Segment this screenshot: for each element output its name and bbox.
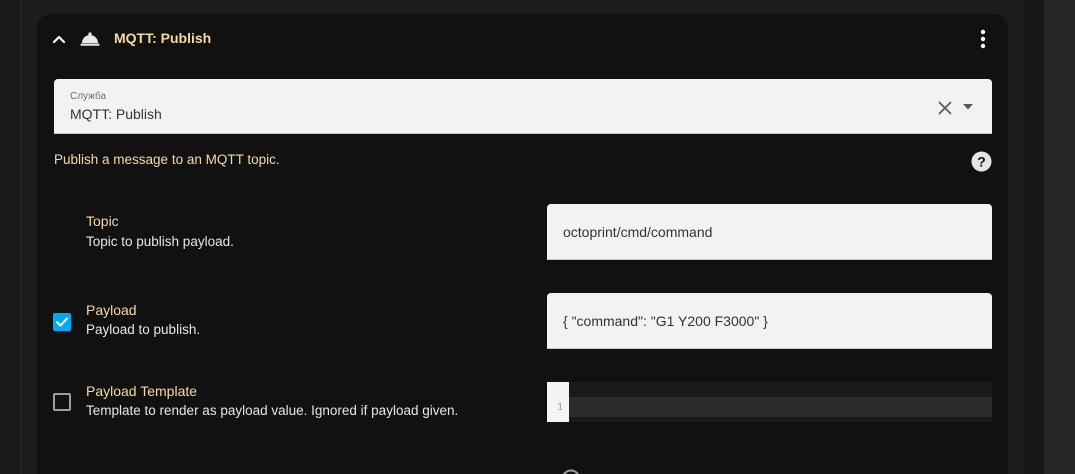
card-title: MQTT: Publish xyxy=(114,30,212,46)
field-name-payload: Payload xyxy=(86,302,137,318)
help-circle-icon[interactable]: ? xyxy=(971,151,992,172)
radio-circle-icon[interactable] xyxy=(561,469,581,474)
close-icon[interactable] xyxy=(937,100,953,116)
svg-text:?: ? xyxy=(977,153,986,169)
payload-template-editor[interactable]: 1 xyxy=(547,382,992,422)
payload-input[interactable]: { "command": "G1 Y200 F3000" } xyxy=(547,293,992,349)
right-panel-edge xyxy=(1024,0,1044,474)
payload-checkbox[interactable] xyxy=(53,313,71,331)
line-number: 1 xyxy=(557,402,564,413)
service-description: Publish a message to an MQTT topic. xyxy=(54,152,280,167)
right-scroll-area xyxy=(1044,0,1075,474)
code-active-line xyxy=(569,397,992,417)
field-desc-payload: Payload to publish. xyxy=(86,322,201,337)
left-divider xyxy=(20,0,21,474)
topic-input[interactable]: octoprint/cmd/command xyxy=(547,204,992,260)
card-header: MQTT: Publish xyxy=(37,14,1008,64)
left-panel-edge xyxy=(0,0,20,474)
service-select[interactable]: Служба MQTT: Publish xyxy=(54,79,992,134)
service-value: MQTT: Publish xyxy=(70,106,162,122)
page: MQTT: Publish Служба MQTT: Publish Publi… xyxy=(0,0,1075,474)
chevron-up-icon[interactable] xyxy=(51,31,67,47)
bell-service-icon xyxy=(80,32,100,46)
service-label: Служба xyxy=(70,91,107,102)
more-vertical-icon[interactable] xyxy=(973,28,993,50)
field-name-payload-template: Payload Template xyxy=(86,383,198,399)
payload-template-checkbox[interactable] xyxy=(53,393,71,411)
dropdown-arrow-icon[interactable] xyxy=(962,103,974,111)
service-action-card: MQTT: Publish Служба MQTT: Publish Publi… xyxy=(37,14,1008,474)
checkmark-icon xyxy=(56,317,68,327)
code-gutter: 1 xyxy=(547,382,569,422)
field-desc-payload-template: Template to render as payload value. Ign… xyxy=(86,403,459,418)
field-name-topic: Topic xyxy=(86,213,119,229)
field-desc-topic: Topic to publish payload. xyxy=(86,234,234,249)
